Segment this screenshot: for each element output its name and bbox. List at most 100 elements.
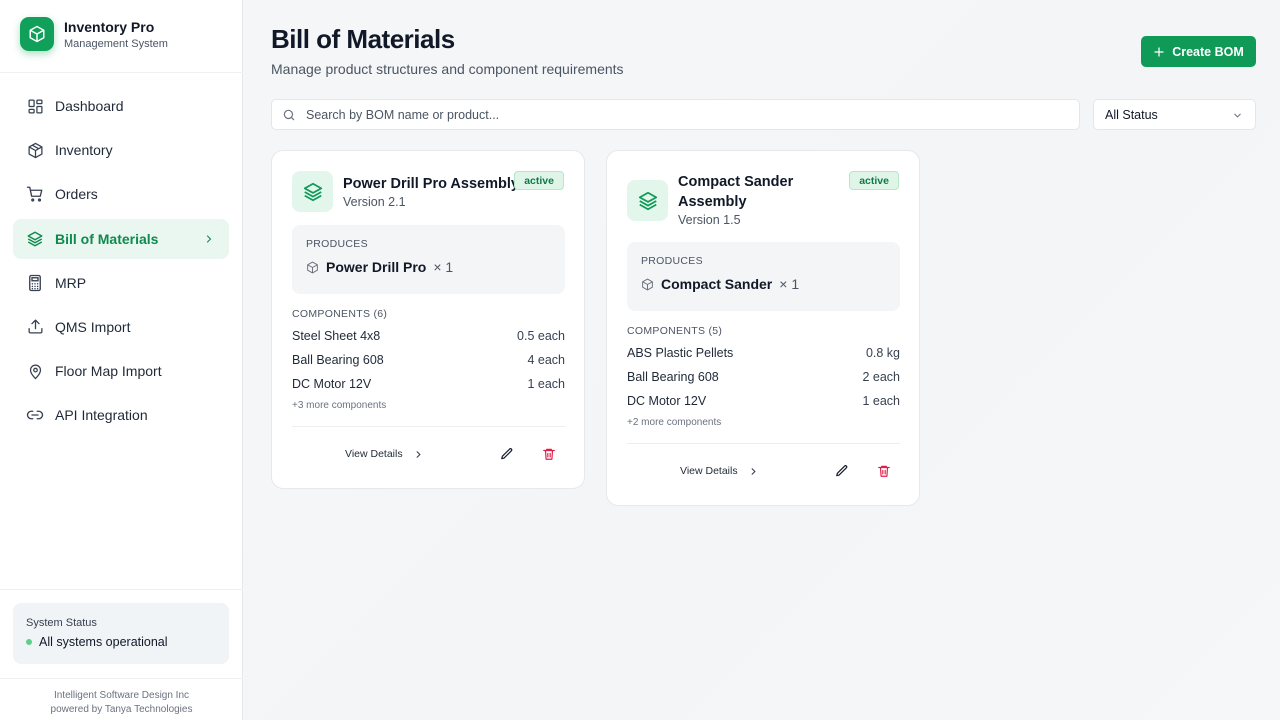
produces-panel: PRODUCES Power Drill Pro × 1	[292, 225, 565, 294]
sidebar-item-qms-import[interactable]: QMS Import	[13, 307, 229, 347]
divider	[292, 426, 565, 427]
component-name: DC Motor 12V	[292, 377, 372, 391]
product-quantity: × 1	[433, 259, 454, 275]
product-quantity: × 1	[779, 276, 800, 292]
divider	[0, 678, 243, 679]
sidebar-item-orders[interactable]: Orders	[13, 174, 229, 214]
sidebar-item-label: Inventory	[55, 142, 113, 159]
status-filter-select[interactable]: All Status	[1093, 99, 1256, 130]
view-details-label: View Details	[680, 465, 738, 477]
component-qty: 0.5 each	[517, 329, 565, 343]
layers-icon	[627, 180, 668, 221]
component-row: DC Motor 12V 1 each	[292, 377, 565, 391]
component-row: ABS Plastic Pellets 0.8 kg	[627, 346, 900, 360]
component-qty: 1 each	[527, 377, 565, 391]
view-details-button[interactable]: View Details	[345, 448, 424, 460]
upload-icon	[26, 318, 44, 336]
create-bom-label: Create BOM	[1172, 44, 1244, 59]
sidebar-item-api-integration[interactable]: API Integration	[13, 395, 229, 435]
status-filter-value: All Status	[1105, 107, 1158, 122]
chevron-right-icon	[748, 466, 759, 477]
bom-title: Power Drill Pro Assembly	[343, 176, 519, 192]
more-components-text: +3 more components	[292, 400, 387, 411]
component-name: Ball Bearing 608	[627, 370, 719, 384]
sidebar-item-inventory[interactable]: Inventory	[13, 130, 229, 170]
component-qty: 0.8 kg	[865, 346, 900, 360]
sidebar-item-mrp[interactable]: MRP	[13, 263, 229, 303]
more-components-text: +2 more components	[627, 417, 722, 428]
product-name: Power Drill Pro	[326, 259, 427, 275]
bom-title: Compact Sander Assembly	[678, 174, 794, 210]
sidebar: Inventory Pro Management System Dashboar…	[0, 0, 243, 720]
divider	[627, 443, 900, 444]
calculator-icon	[26, 274, 44, 292]
layers-icon	[26, 230, 44, 248]
bom-version: Version 2.1	[343, 195, 406, 209]
box-icon	[641, 278, 654, 291]
divider	[0, 589, 243, 590]
component-row: Ball Bearing 608 2 each	[627, 370, 900, 384]
view-details-label: View Details	[345, 448, 403, 460]
system-status-label: System Status	[26, 617, 97, 629]
bom-card: Power Drill Pro Assembly Version 2.1 act…	[271, 150, 585, 489]
sidebar-footer: Intelligent Software Design Inc powered …	[0, 689, 243, 716]
brand-title: Inventory Pro	[64, 18, 155, 35]
brand-subtitle: Management System	[64, 37, 168, 50]
map-pin-icon	[26, 362, 44, 380]
view-details-button[interactable]: View Details	[680, 465, 759, 477]
brand[interactable]: Inventory Pro Management System	[20, 17, 168, 51]
status-badge: active	[514, 171, 564, 190]
box-icon	[26, 141, 44, 159]
component-name: Ball Bearing 608	[292, 353, 384, 367]
search-box[interactable]	[271, 99, 1080, 130]
layers-icon	[292, 171, 333, 212]
bom-version: Version 1.5	[678, 213, 741, 227]
produces-panel: PRODUCES Compact Sander × 1	[627, 242, 900, 311]
main-content: Bill of Materials Manage product structu…	[244, 0, 1280, 720]
system-status-text: All systems operational	[39, 635, 168, 649]
trash-icon[interactable]	[542, 447, 556, 461]
sidebar-item-label: Dashboard	[55, 98, 124, 114]
create-bom-button[interactable]: Create BOM	[1141, 36, 1256, 67]
edit-icon[interactable]	[835, 464, 849, 478]
sidebar-item-label: API Integration	[55, 407, 148, 424]
link-icon	[26, 406, 44, 424]
component-qty: 4 each	[527, 353, 565, 367]
status-badge: active	[849, 171, 899, 190]
search-input[interactable]	[306, 107, 1006, 122]
components-label: COMPONENTS (5)	[627, 325, 723, 337]
edit-icon[interactable]	[500, 447, 514, 461]
search-icon	[282, 108, 296, 122]
product-name: Compact Sander	[661, 276, 773, 292]
status-dot-icon	[26, 639, 32, 645]
component-qty: 1 each	[862, 394, 900, 408]
components-label: COMPONENTS (6)	[292, 308, 388, 320]
bom-card: Compact Sander Assembly Version 1.5 acti…	[606, 150, 920, 506]
cube-logo-icon	[20, 17, 54, 51]
sidebar-item-label: MRP	[55, 274, 87, 291]
component-row: Ball Bearing 608 4 each	[292, 353, 565, 367]
component-name: DC Motor 12V	[627, 394, 707, 408]
component-qty: 2 each	[862, 370, 900, 384]
divider	[0, 72, 243, 73]
sidebar-item-dashboard[interactable]: Dashboard	[13, 86, 229, 126]
plus-icon	[1153, 46, 1165, 58]
component-name: Steel Sheet 4x8	[292, 329, 381, 343]
box-icon	[306, 261, 319, 274]
component-row: DC Motor 12V 1 each	[627, 394, 900, 408]
sidebar-item-bill-of-materials[interactable]: Bill of Materials	[13, 218, 229, 259]
sidebar-item-label: Orders	[55, 186, 98, 203]
produces-label: PRODUCES	[306, 238, 368, 250]
page-subtitle: Manage product structures and component …	[271, 61, 624, 77]
component-name: ABS Plastic Pellets	[627, 346, 734, 360]
footer-powered-by: powered by Tanya Technologies	[50, 703, 193, 715]
cart-icon	[26, 185, 44, 203]
component-row: Steel Sheet 4x8 0.5 each	[292, 329, 565, 343]
produces-label: PRODUCES	[641, 255, 703, 267]
trash-icon[interactable]	[877, 464, 891, 478]
sidebar-nav: Dashboard Inventory Orders Bill of Mater…	[13, 86, 229, 440]
chevron-right-icon	[203, 232, 215, 248]
page-title: Bill of Materials	[271, 24, 455, 54]
sidebar-item-label: Floor Map Import	[55, 363, 162, 380]
sidebar-item-floor-map-import[interactable]: Floor Map Import	[13, 351, 229, 391]
